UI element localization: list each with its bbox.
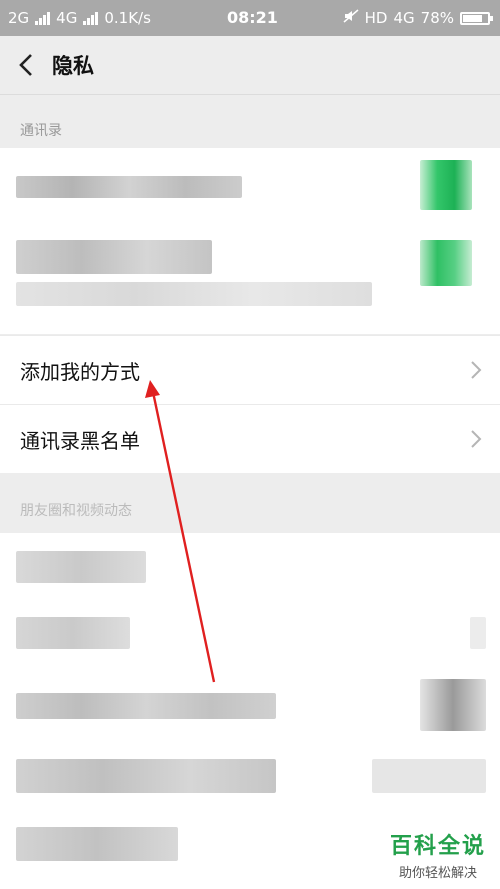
battery-percent: 78% [420,9,454,27]
status-right: HD 4G 78% [343,9,493,27]
contacts-card [0,148,500,334]
contacts-blacklist-row[interactable]: 通讯录黑名单 [0,404,500,473]
network-speed: 0.1K/s [104,9,151,27]
blurred-text [16,176,242,198]
network-type-3: 4G [393,9,415,27]
network-type-1: 2G [8,9,30,27]
blurred-thumbnail [420,679,486,731]
blurred-toggle[interactable] [420,160,472,210]
nav-bar: 隐私 [0,36,500,95]
signal-icon [35,11,51,25]
contacts-blacklist-label: 通讯录黑名单 [20,429,140,453]
add-me-methods-label: 添加我的方式 [20,360,140,384]
blurred-text [16,617,130,649]
status-bar: 2G 4G 0.1K/s 08:21 HD 4G 78% [0,0,500,36]
hd-label: HD [364,9,388,27]
page-title: 隐私 [52,54,94,78]
chevron-right-icon [471,430,482,448]
clock: 08:21 [227,8,278,27]
chevron-right-icon [471,361,482,379]
watermark-title: 百科全说 [389,834,486,859]
blurred-text [16,827,178,861]
battery-icon [460,11,493,25]
status-left: 2G 4G 0.1K/s [8,9,151,27]
back-icon[interactable] [12,50,42,80]
battery-fill [463,14,482,22]
blurred-text [16,693,276,719]
blurred-text [372,759,486,793]
section-moments-label: 朋友圈和视频动态 [20,503,132,519]
add-me-methods-row[interactable]: 添加我的方式 [0,335,500,404]
blurred-text [16,282,372,306]
blurred-toggle[interactable] [420,240,472,286]
blurred-text [16,759,276,793]
blurred-text [16,240,212,274]
signal-icon-2 [83,11,99,25]
mute-icon [343,9,359,27]
network-type-2: 4G [56,9,78,27]
section-contacts-label: 通讯录 [20,123,62,139]
blurred-text [16,551,146,583]
watermark: 百科全说 助你轻松解决 [390,828,486,881]
blurred-chevron [470,617,486,649]
watermark-subtitle: 助你轻松解决 [398,866,477,881]
